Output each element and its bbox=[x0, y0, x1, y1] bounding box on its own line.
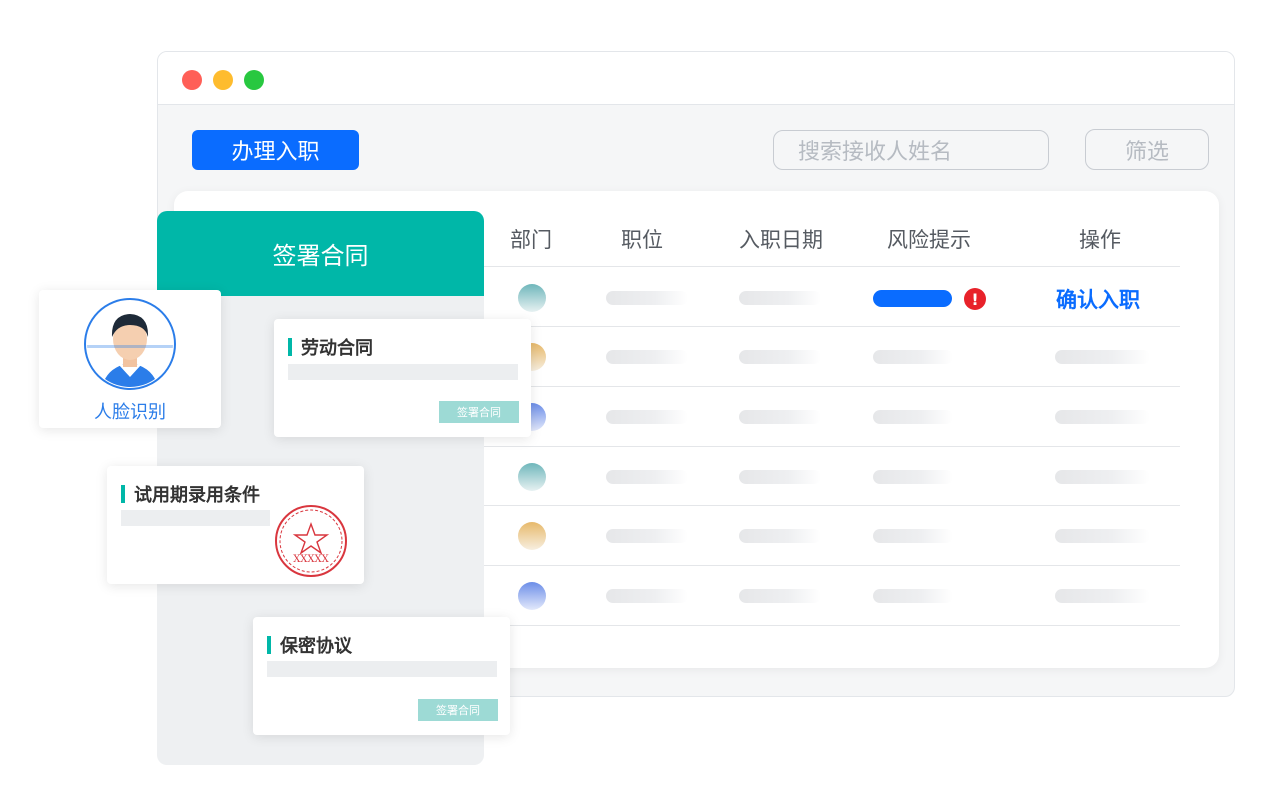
maximize-window-button[interactable] bbox=[244, 70, 264, 90]
placeholder-bar bbox=[873, 589, 953, 603]
title-accent bbox=[121, 485, 125, 503]
content-placeholder bbox=[121, 510, 270, 526]
risk-level-bar bbox=[873, 290, 952, 307]
placeholder-bar bbox=[739, 470, 821, 484]
placeholder-bar bbox=[606, 410, 688, 424]
filter-button[interactable]: 筛选 bbox=[1085, 129, 1209, 170]
face-recognition-label[interactable]: 人脸识别 bbox=[39, 398, 221, 424]
placeholder-bar bbox=[1055, 410, 1150, 424]
row-avatar bbox=[518, 522, 546, 550]
column-header-position: 职位 bbox=[621, 228, 663, 252]
placeholder-bar bbox=[873, 529, 953, 543]
placeholder-bar bbox=[873, 350, 953, 364]
search-input[interactable]: 搜索接收人姓名 bbox=[773, 130, 1049, 170]
placeholder-bar bbox=[606, 529, 688, 543]
table-header-divider bbox=[484, 266, 1180, 267]
document-title-text: 保密协议 bbox=[280, 636, 352, 657]
placeholder-bar bbox=[606, 350, 688, 364]
department-placeholder bbox=[606, 291, 688, 305]
placeholder-bar bbox=[739, 350, 821, 364]
confidentiality-agreement-card: 保密协议 签署合同 bbox=[253, 617, 510, 735]
row-avatar bbox=[518, 284, 546, 312]
content-placeholder bbox=[288, 364, 518, 380]
column-header-department: 部门 bbox=[510, 228, 552, 252]
placeholder-bar bbox=[873, 470, 953, 484]
sign-contract-header: 签署合同 bbox=[157, 211, 484, 296]
placeholder-bar bbox=[739, 410, 821, 424]
stamp-icon: XXXXX bbox=[272, 502, 350, 580]
row-divider bbox=[484, 505, 1180, 506]
sign-contract-button[interactable]: 签署合同 bbox=[418, 699, 498, 721]
labor-contract-card: 劳动合同 签署合同 bbox=[274, 319, 531, 437]
row-divider bbox=[484, 446, 1180, 447]
document-title: 保密协议 bbox=[267, 632, 352, 658]
onboard-button[interactable]: 办理入职 bbox=[192, 130, 359, 170]
row-avatar bbox=[518, 463, 546, 491]
placeholder-bar bbox=[1055, 350, 1150, 364]
placeholder-bar bbox=[1055, 529, 1150, 543]
confirm-onboard-link[interactable]: 确认入职 bbox=[1056, 284, 1140, 314]
face-avatar-icon bbox=[83, 297, 177, 391]
column-header-action: 操作 bbox=[1079, 228, 1121, 252]
placeholder-bar bbox=[739, 589, 821, 603]
placeholder-bar bbox=[606, 589, 688, 603]
content-placeholder bbox=[267, 661, 497, 677]
position-placeholder bbox=[739, 291, 821, 305]
row-avatar bbox=[518, 582, 546, 610]
title-accent bbox=[288, 338, 292, 356]
placeholder-bar bbox=[1055, 470, 1150, 484]
face-recognition-card: 人脸识别 bbox=[39, 290, 221, 428]
minimize-window-button[interactable] bbox=[213, 70, 233, 90]
row-divider bbox=[484, 386, 1180, 387]
column-header-entry-date: 入职日期 bbox=[739, 228, 823, 252]
document-title-text: 劳动合同 bbox=[301, 338, 373, 359]
row-divider bbox=[484, 326, 1180, 327]
stamp-text: XXXXX bbox=[293, 554, 329, 565]
close-window-button[interactable] bbox=[182, 70, 202, 90]
placeholder-bar bbox=[606, 470, 688, 484]
column-header-risk: 风险提示 bbox=[887, 228, 971, 252]
document-title: 试用期录用条件 bbox=[121, 481, 260, 507]
document-title: 劳动合同 bbox=[288, 334, 373, 360]
placeholder-bar bbox=[1055, 589, 1150, 603]
sign-contract-button[interactable]: 签署合同 bbox=[439, 401, 519, 423]
row-divider bbox=[484, 565, 1180, 566]
window-titlebar bbox=[158, 52, 1234, 105]
document-title-text: 试用期录用条件 bbox=[134, 485, 260, 506]
placeholder-bar bbox=[873, 410, 953, 424]
placeholder-bar bbox=[739, 529, 821, 543]
probation-conditions-card: 试用期录用条件 XXXXX bbox=[107, 466, 364, 584]
title-accent bbox=[267, 636, 271, 654]
row-divider bbox=[484, 625, 1180, 626]
alert-icon: ! bbox=[964, 288, 986, 310]
